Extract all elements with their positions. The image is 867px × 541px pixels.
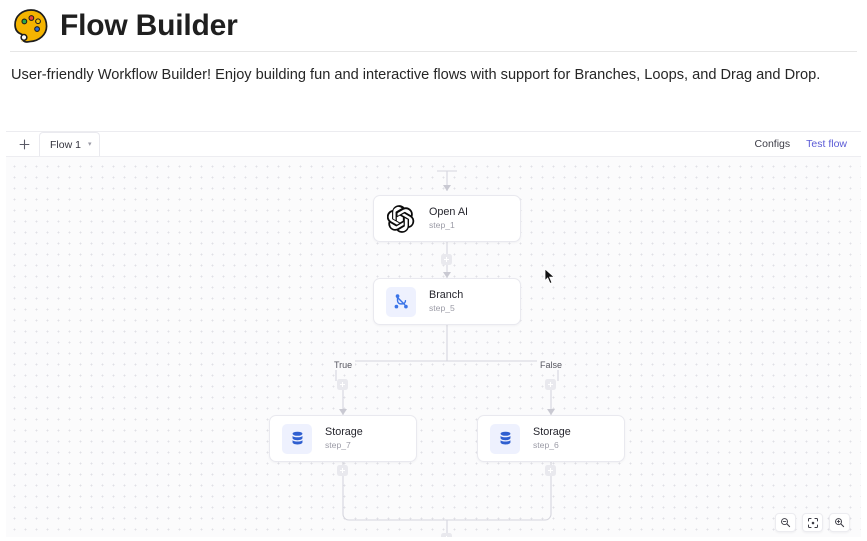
header-divider: [10, 51, 857, 52]
flow-canvas[interactable]: True False Open AI step_1 Branch step_5 …: [6, 157, 861, 537]
add-step-button-after-storage-right[interactable]: [545, 465, 556, 476]
flow-node-text: Open AI step_1: [429, 207, 468, 229]
edge-arrow-openai: [443, 185, 451, 191]
add-step-button-false-branch[interactable]: [545, 379, 556, 390]
database-icon: [282, 423, 312, 454]
magnifier-minus-icon: [781, 518, 791, 528]
zoom-in-button[interactable]: [829, 513, 850, 532]
flow-node-step-id: step_1: [429, 220, 455, 231]
flow-node-title: Storage: [533, 426, 571, 439]
flow-node-open-ai[interactable]: Open AI step_1: [373, 195, 521, 242]
flow-node-storage-step-7[interactable]: Storage step_7: [269, 415, 417, 462]
test-flow-button[interactable]: Test flow: [806, 138, 847, 150]
flow-node-step-id: step_7: [325, 440, 351, 451]
flow-tab-label: Flow 1: [50, 138, 81, 151]
add-step-button-after-openai[interactable]: [441, 254, 452, 265]
branch-label-false: False: [537, 360, 566, 370]
flow-toolbar-actions: Configs Test flow: [755, 138, 861, 150]
flow-node-storage-step-6[interactable]: Storage step_6: [477, 415, 625, 462]
page-title: Flow Builder: [60, 9, 238, 42]
flow-node-text: Branch step_5: [429, 290, 463, 312]
flow-node-step-id: step_6: [533, 440, 559, 451]
flow-tab-flow-1[interactable]: Flow 1 ▾: [39, 132, 101, 156]
fit-view-button[interactable]: [802, 513, 823, 532]
flow-node-title: Branch: [429, 289, 464, 302]
database-icon: [490, 423, 520, 454]
flow-node-text: Storage step_7: [325, 427, 363, 449]
flow-node-branch[interactable]: Branch step_5: [373, 278, 521, 325]
canvas-zoom-controls: [775, 513, 850, 532]
flow-node-title: Storage: [325, 426, 363, 439]
flow-node-title: Open AI: [429, 206, 469, 219]
openai-logo-icon: [386, 204, 416, 234]
page-header: Flow Builder: [0, 0, 867, 52]
add-step-button-after-storage-left[interactable]: [337, 465, 348, 476]
flow-builder-app: Flow Builder User-friendly Workflow Buil…: [0, 0, 867, 541]
flow-tab-bar: Flow 1 ▾ Configs Test flow: [6, 132, 861, 157]
page-description: User-friendly Workflow Builder! Enjoy bu…: [11, 67, 821, 83]
fit-screen-icon: [807, 517, 818, 528]
mouse-cursor: [544, 268, 556, 284]
zoom-out-button[interactable]: [775, 513, 796, 532]
flow-builder-panel: Flow 1 ▾ Configs Test flow True False Op…: [6, 131, 861, 537]
branch-label-true: True: [331, 360, 356, 370]
artist-palette-emoji: [14, 9, 48, 43]
add-flow-tab-button[interactable]: [13, 133, 35, 155]
flow-node-step-id: step_5: [429, 303, 455, 314]
magnifier-plus-icon: [835, 518, 845, 528]
chevron-down-icon[interactable]: ▾: [88, 141, 92, 148]
configs-button[interactable]: Configs: [755, 138, 791, 150]
branch-icon: [386, 286, 416, 317]
add-step-button-true-branch[interactable]: [337, 379, 348, 390]
add-step-button-after-merge[interactable]: [441, 533, 452, 537]
plus-icon: [19, 139, 29, 149]
flow-node-text: Storage step_6: [533, 427, 571, 449]
